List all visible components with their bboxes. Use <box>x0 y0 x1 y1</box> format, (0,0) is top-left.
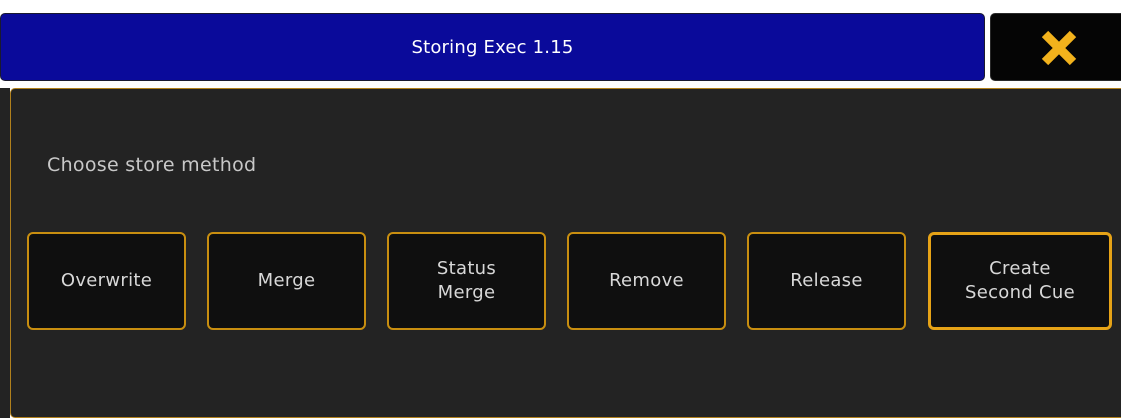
remove-button-label: Remove <box>609 270 684 291</box>
overwrite-button-label: Overwrite <box>60 270 153 291</box>
store-method-prompt: Choose store method <box>47 154 257 176</box>
store-method-buttons: Overwrite Merge Status Merge Remove Rele… <box>27 232 1117 332</box>
close-x-icon <box>1041 30 1077 66</box>
panel-left-edge <box>0 88 10 418</box>
overwrite-button[interactable]: Overwrite <box>27 232 186 330</box>
status-merge-button-label: Status Merge <box>436 258 497 303</box>
create-second-cue-button-label: Create Second Cue <box>964 258 1075 303</box>
merge-button-label: Merge <box>257 270 316 291</box>
dialog-title-bar: Storing Exec 1.15 <box>0 13 985 81</box>
dialog-title: Storing Exec 1.15 <box>411 36 574 58</box>
release-button-label: Release <box>790 270 863 291</box>
remove-button[interactable]: Remove <box>567 232 726 330</box>
release-button[interactable]: Release <box>747 232 906 330</box>
merge-button[interactable]: Merge <box>207 232 366 330</box>
close-button[interactable] <box>990 13 1121 81</box>
status-merge-button[interactable]: Status Merge <box>387 232 546 330</box>
create-second-cue-button[interactable]: Create Second Cue <box>928 232 1112 330</box>
